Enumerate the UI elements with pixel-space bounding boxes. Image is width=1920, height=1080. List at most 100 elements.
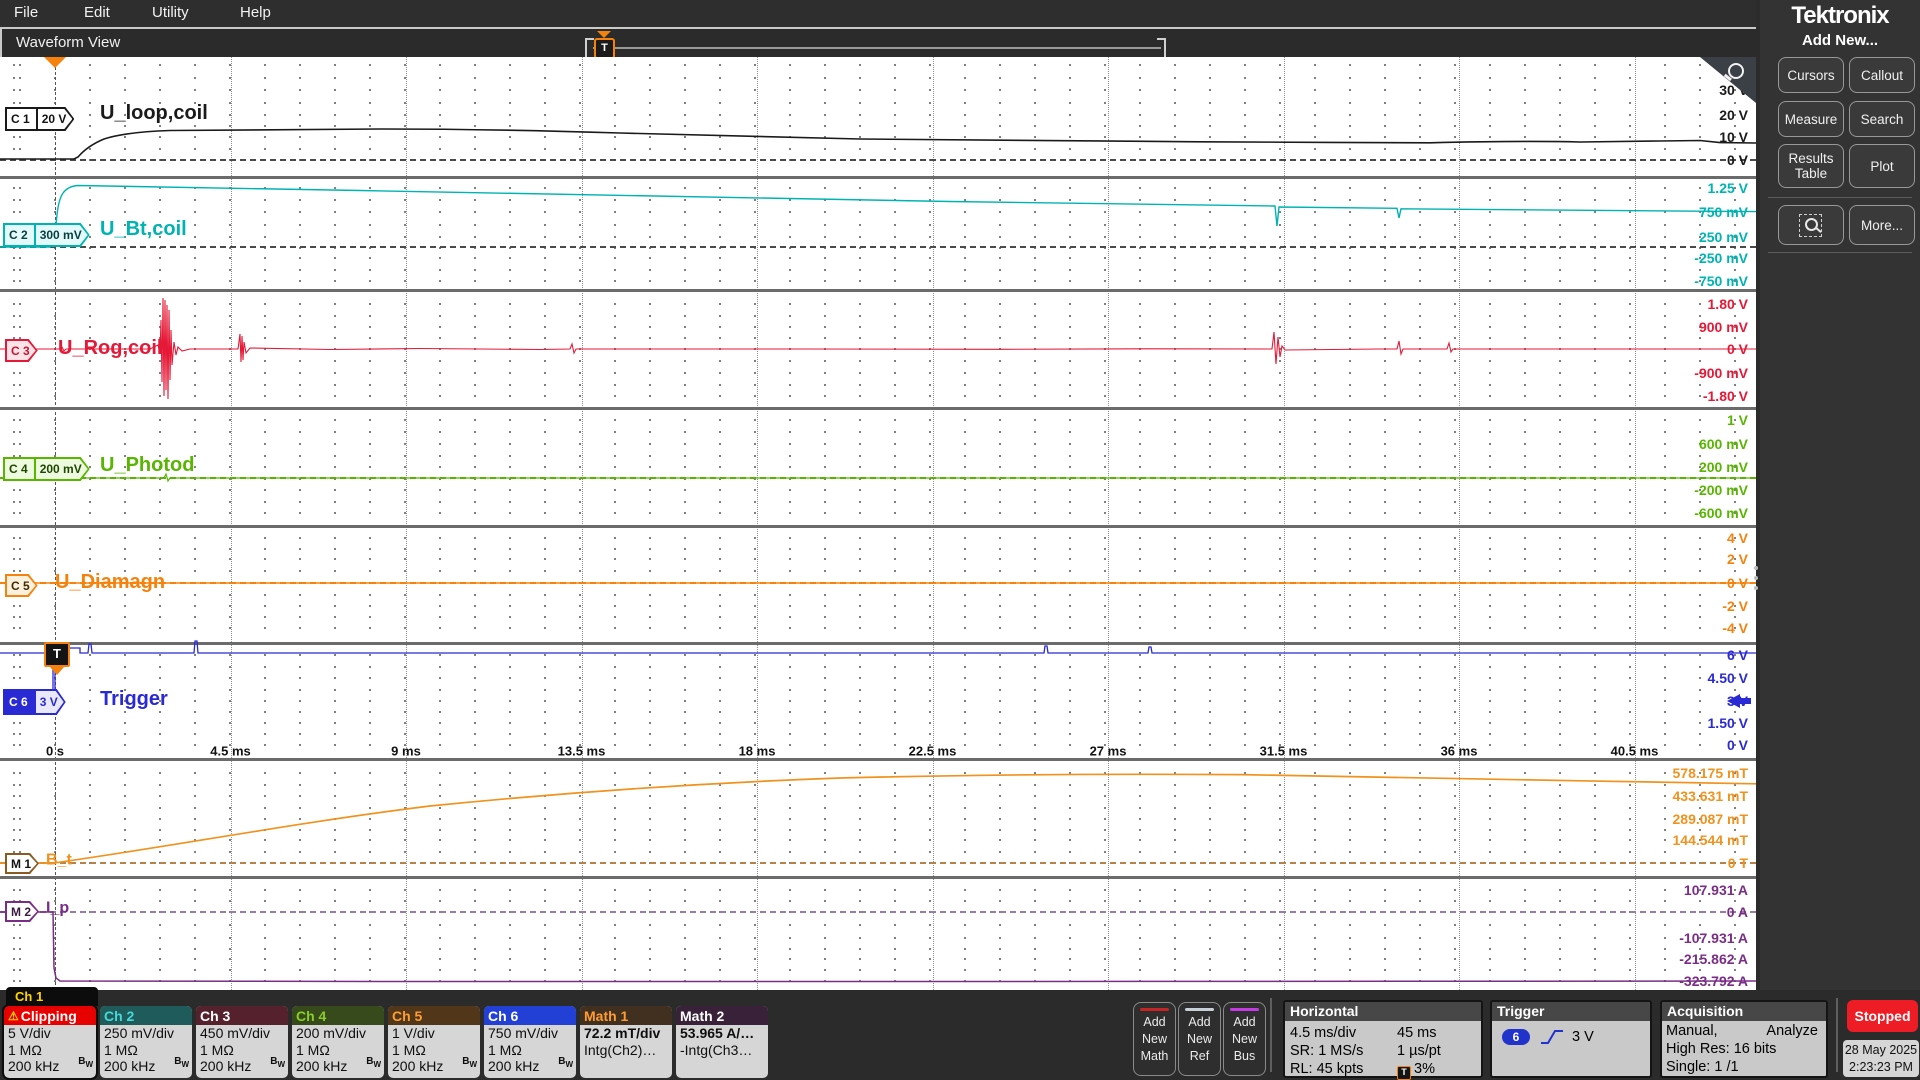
badge-inner: C 4200 mV xyxy=(5,459,88,479)
channel-badge-ch4[interactable]: C 4200 mV xyxy=(3,457,90,481)
channel-settings-badge-math2[interactable]: Math 253.965 A/…-Intg(Ch3… xyxy=(676,1006,768,1078)
panel-drag-handle[interactable] xyxy=(1754,560,1758,596)
channel-settings-badge-math1[interactable]: Math 172.2 mT/divIntg(Ch2)… xyxy=(580,1006,672,1078)
badge-segment: C 5 xyxy=(7,576,36,595)
badge-header-label: Ch 2 xyxy=(104,1008,134,1024)
badge-row: 200 kHzBW xyxy=(388,1058,480,1075)
callout-button[interactable]: Callout xyxy=(1849,57,1915,93)
right-panel: Tektronix Add New... More... CursorsCall… xyxy=(1760,0,1920,990)
search-button[interactable]: Search xyxy=(1849,101,1915,137)
badge-inner: C 5 xyxy=(7,576,36,595)
acquisition-panel[interactable]: Acquisition Manual, Analyze High Res: 16… xyxy=(1660,1000,1828,1078)
trigger-position-mini-icon: T xyxy=(1397,1066,1411,1080)
selected-channel-tab[interactable]: Ch 1 xyxy=(6,987,98,1006)
run-stop-status[interactable]: Stopped xyxy=(1847,1000,1918,1032)
badge-segment: C 1 xyxy=(7,109,36,129)
date-text: 28 May 2025 xyxy=(1843,1042,1919,1059)
waveform-graticule[interactable]: T 30 V20 V10 V0 VU_loop,coilC 120 V1.25 … xyxy=(0,57,1756,990)
bandwidth-limit-icon: BW xyxy=(558,1056,573,1069)
measure-button[interactable]: Measure xyxy=(1778,101,1844,137)
badge-row: 200 kHzBW xyxy=(484,1058,576,1075)
channel-badge-ch1[interactable]: C 120 V xyxy=(5,107,74,131)
channel-badge-ch2[interactable]: C 2300 mV xyxy=(3,223,90,247)
trigger-panel[interactable]: Trigger 6 3 V xyxy=(1490,1000,1652,1078)
menu-item-file[interactable]: File xyxy=(14,4,38,21)
zoom-corner-icon[interactable] xyxy=(1700,57,1756,103)
badge-header: Ch 5 xyxy=(388,1006,480,1025)
add-button-label: Add xyxy=(1179,1015,1220,1029)
badge-segment: C 4 xyxy=(5,459,34,479)
bandwidth-limit-icon: BW xyxy=(462,1056,477,1069)
trigger-source-badge: 6 xyxy=(1502,1029,1530,1045)
trace-ch3 xyxy=(0,298,1756,399)
channel-settings-badge-ch3[interactable]: Ch 3450 mV/div1 MΩ200 kHzBW xyxy=(196,1006,288,1078)
badge-row: 450 mV/div xyxy=(196,1025,288,1042)
settings-bar: Ch 1 Horizontal 4.5 ms/div 45 ms SR: 1 M… xyxy=(0,990,1920,1080)
badge-segment: 300 mV xyxy=(34,225,88,245)
acquisition-panel-title: Acquisition xyxy=(1662,1002,1826,1021)
badge-inner: C 3 xyxy=(7,341,36,360)
acquisition-single: Single: 1 /1 xyxy=(1666,1059,1739,1075)
badge-row: 200 kHzBW xyxy=(292,1058,384,1075)
expansion-point-icon[interactable] xyxy=(44,57,66,68)
zoom-select-button[interactable] xyxy=(1778,205,1844,245)
acquisition-overview-line xyxy=(593,47,1161,49)
add-button-label: New xyxy=(1179,1032,1220,1046)
badge-inner: M 1 xyxy=(7,855,37,872)
channel-settings-badge-ch5[interactable]: Ch 51 V/div1 MΩ200 kHzBW xyxy=(388,1006,480,1078)
bandwidth-limit-icon: BW xyxy=(270,1056,285,1069)
menu-item-help[interactable]: Help xyxy=(240,4,271,21)
badge-segment: 200 mV xyxy=(34,459,88,479)
horizontal-scale: 4.5 ms/div xyxy=(1290,1025,1356,1041)
menu-item-edit[interactable]: Edit xyxy=(84,4,110,21)
waveform-traces xyxy=(0,57,1756,990)
add-button-label: Ref xyxy=(1179,1049,1220,1063)
channel-name-ch1: U_loop,coil xyxy=(100,102,208,125)
add-new-bus-button[interactable]: AddNewBus xyxy=(1223,1002,1266,1076)
waveform-view-titlebar[interactable]: Waveform View T xyxy=(0,29,1758,57)
add-new-math-button[interactable]: AddNewMath xyxy=(1133,1002,1176,1076)
trigger-position-percent: T3% xyxy=(1397,1061,1435,1080)
badge-segment: C 3 xyxy=(7,341,36,360)
channel-settings-badge-ch6[interactable]: Ch 6750 mV/div1 MΩ200 kHzBW xyxy=(484,1006,576,1078)
warning-icon: ⚠ xyxy=(8,1009,19,1023)
horizontal-panel[interactable]: Horizontal 4.5 ms/div 45 ms SR: 1 MS/s 1… xyxy=(1283,1000,1483,1078)
sidebar-divider xyxy=(1768,197,1912,198)
cursors-button[interactable]: Cursors xyxy=(1778,57,1844,93)
results-table-button[interactable]: Results Table xyxy=(1778,144,1844,188)
badge-header-label: Clipping xyxy=(21,1008,77,1024)
add-button-stripe xyxy=(1230,1008,1259,1011)
trigger-level: 3 V xyxy=(1572,1029,1594,1045)
trigger-source-flag-icon[interactable]: T xyxy=(44,642,70,667)
channel-name-ch3: U_Rog,coil xyxy=(58,337,162,360)
badge-header: Math 1 xyxy=(580,1006,672,1025)
record-length: RL: 45 kpts xyxy=(1290,1061,1363,1077)
menu-item-utility[interactable]: Utility xyxy=(152,4,189,21)
channel-badge-ch6[interactable]: C 63 V xyxy=(3,689,66,715)
add-button-label: Add xyxy=(1224,1015,1265,1029)
plot-button[interactable]: Plot xyxy=(1849,144,1915,188)
trigger-position-pin-icon[interactable]: T xyxy=(594,38,615,59)
trigger-level-arrow-icon[interactable] xyxy=(1727,694,1753,708)
channel-settings-badge-clipping[interactable]: ⚠Clipping5 V/div1 MΩ200 kHzBW xyxy=(4,1006,96,1078)
badge-row: 200 kHzBW xyxy=(100,1058,192,1075)
bandwidth-limit-icon: BW xyxy=(78,1056,93,1069)
channel-name-ch5: U_Diamagn xyxy=(55,571,165,594)
badge-header: Math 2 xyxy=(676,1006,768,1025)
add-button-label: New xyxy=(1224,1032,1265,1046)
channel-name-math1: B_t xyxy=(46,852,72,870)
window-title: Waveform View xyxy=(16,34,120,51)
trigger-panel-title: Trigger xyxy=(1492,1002,1650,1021)
channel-settings-badge-ch4[interactable]: Ch 4200 mV/div1 MΩ200 kHzBW xyxy=(292,1006,384,1078)
badge-row: 200 kHzBW xyxy=(4,1058,96,1075)
badge-header-label: Ch 3 xyxy=(200,1008,230,1024)
add-new-ref-button[interactable]: Add New Ref xyxy=(1178,1002,1221,1076)
more-button[interactable]: More... xyxy=(1849,205,1915,245)
badge-header: Ch 2 xyxy=(100,1006,192,1025)
badge-inner: C 63 V xyxy=(5,691,64,713)
bar-divider xyxy=(1270,998,1272,1072)
channel-name-ch4: U_Photod xyxy=(100,454,194,477)
badge-header: Ch 4 xyxy=(292,1006,384,1025)
badge-row: -Intg(Ch3… xyxy=(676,1042,768,1059)
channel-settings-badge-ch2[interactable]: Ch 2250 mV/div1 MΩ200 kHzBW xyxy=(100,1006,192,1078)
